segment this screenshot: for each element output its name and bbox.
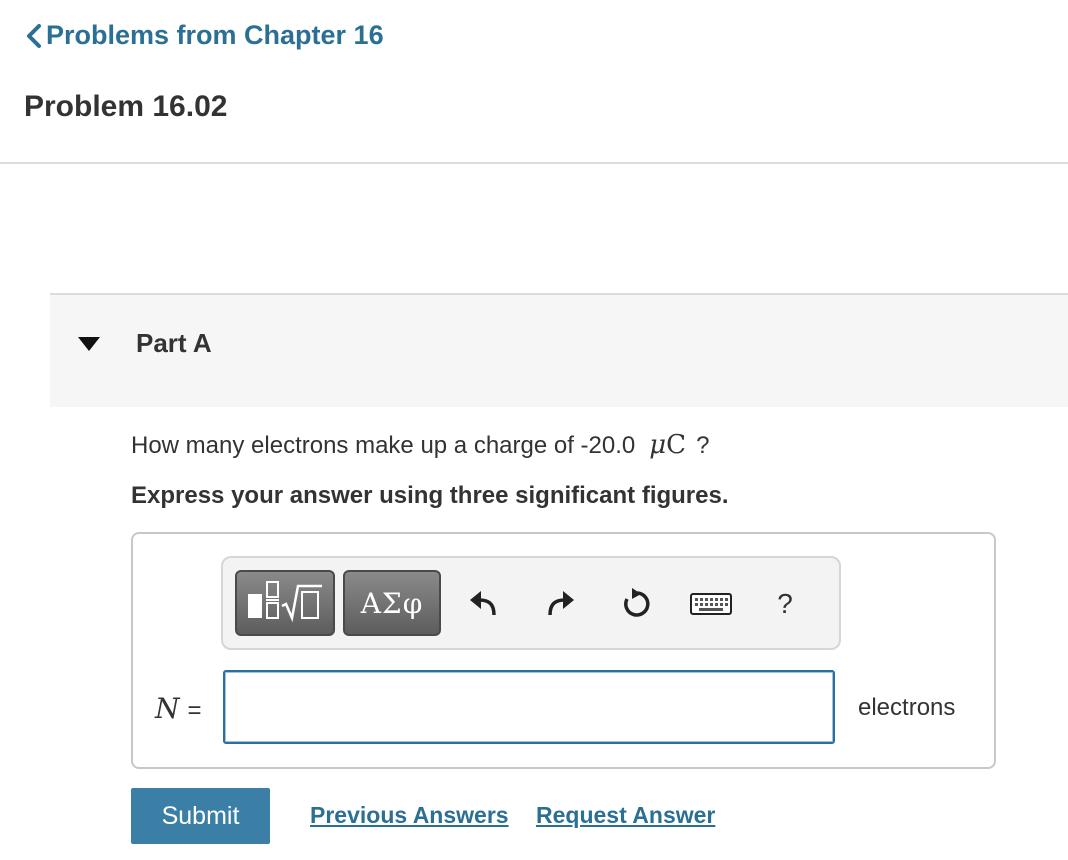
question-mark: ?: [696, 432, 710, 459]
answer-box: ΑΣφ ? N = electrons: [131, 532, 996, 769]
help-button[interactable]: ?: [765, 584, 805, 624]
reset-icon[interactable]: [617, 584, 657, 624]
answer-input[interactable]: [223, 670, 835, 744]
math-toolbar: ΑΣφ ?: [221, 556, 841, 650]
submit-button[interactable]: Submit: [131, 788, 270, 844]
greek-symbols-label: ΑΣφ: [360, 586, 424, 620]
divider: [0, 162, 1068, 164]
part-label: Part A: [136, 328, 212, 358]
part-a-header[interactable]: Part A: [50, 293, 1068, 407]
variable-label: N =: [155, 692, 202, 725]
units-label: electrons: [858, 694, 956, 721]
variable-symbol: N: [155, 692, 180, 725]
request-answer-link[interactable]: Request Answer: [536, 802, 715, 829]
redo-icon[interactable]: [541, 584, 581, 624]
undo-icon[interactable]: [463, 584, 503, 624]
unit-prefix: μ: [649, 430, 667, 460]
back-link-label: Problems from Chapter 16: [46, 20, 384, 50]
greek-symbols-button[interactable]: ΑΣφ: [343, 570, 441, 636]
templates-button[interactable]: [235, 570, 335, 636]
question-text-main: How many electrons make up a charge of -…: [131, 432, 636, 459]
keyboard-icon[interactable]: [689, 584, 733, 624]
question-text: How many electrons make up a charge of -…: [131, 430, 709, 460]
answer-instructions: Express your answer using three signific…: [131, 482, 729, 509]
unit-symbol: C: [666, 430, 687, 460]
equals-sign: =: [187, 697, 202, 724]
problem-title: Problem 16.02: [24, 90, 228, 123]
back-to-chapter-link[interactable]: Problems from Chapter 16: [24, 20, 384, 51]
previous-answers-link[interactable]: Previous Answers: [310, 802, 509, 829]
charge-unit: μC: [649, 430, 686, 460]
chevron-left-icon: [24, 23, 44, 49]
collapse-triangle-icon[interactable]: [78, 337, 100, 356]
templates-icon: [244, 578, 326, 629]
